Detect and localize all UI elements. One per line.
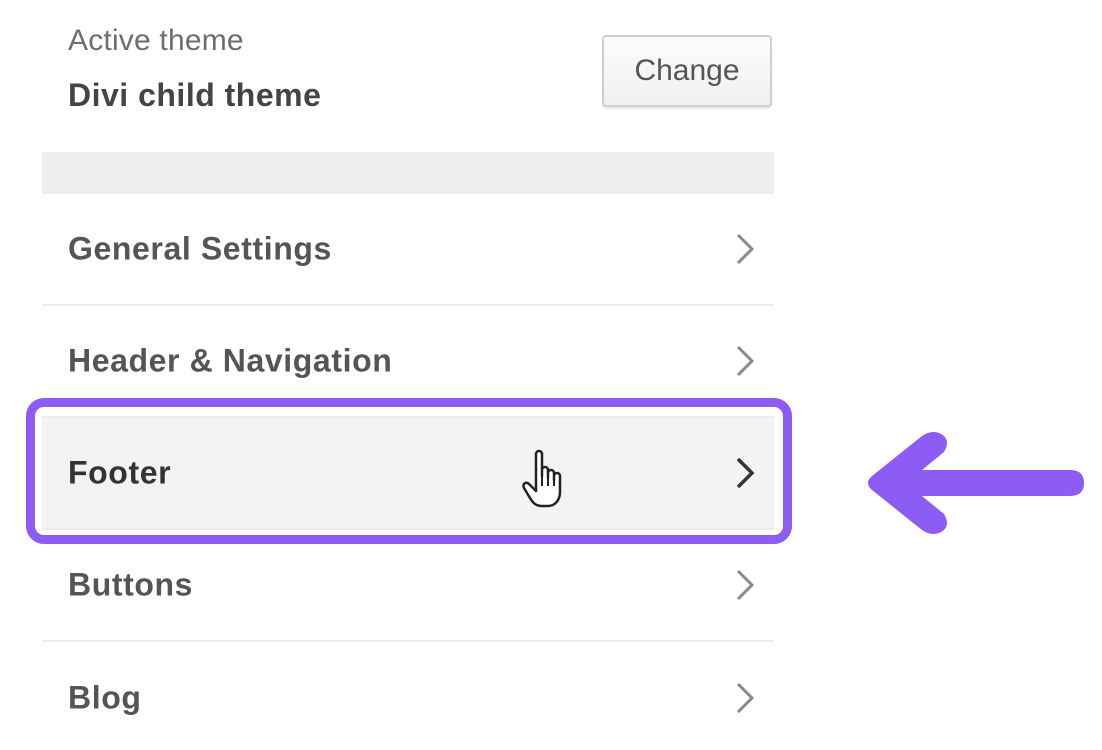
panel-item-general-settings[interactable]: General Settings: [42, 194, 774, 306]
panel-label: General Settings: [68, 230, 332, 267]
arrow-left-icon: [868, 432, 1084, 534]
panel-label: Header & Navigation: [68, 342, 393, 379]
chevron-right-icon: [736, 457, 755, 489]
active-theme-section: Active theme Divi child theme Change: [68, 22, 774, 122]
customizer-panel-list: General Settings Header & Navigation Foo…: [42, 194, 774, 750]
panel-item-blog[interactable]: Blog: [42, 642, 774, 750]
chevron-right-icon: [736, 233, 755, 265]
panel-item-header-navigation[interactable]: Header & Navigation: [42, 306, 774, 418]
active-theme-caption: Active theme: [68, 24, 244, 57]
panel-label: Blog: [68, 679, 142, 716]
panel-item-footer[interactable]: Footer: [42, 418, 774, 530]
panel-label: Buttons: [68, 566, 194, 603]
section-divider-band: [42, 152, 774, 194]
chevron-right-icon: [736, 682, 755, 714]
customizer-page: Active theme Divi child theme Change Gen…: [0, 0, 1102, 750]
panel-item-buttons[interactable]: Buttons: [42, 530, 774, 642]
chevron-right-icon: [736, 569, 755, 601]
change-theme-button[interactable]: Change: [602, 35, 772, 107]
chevron-right-icon: [736, 345, 755, 377]
active-theme-name: Divi child theme: [68, 77, 322, 113]
panel-label: Footer: [68, 454, 172, 491]
